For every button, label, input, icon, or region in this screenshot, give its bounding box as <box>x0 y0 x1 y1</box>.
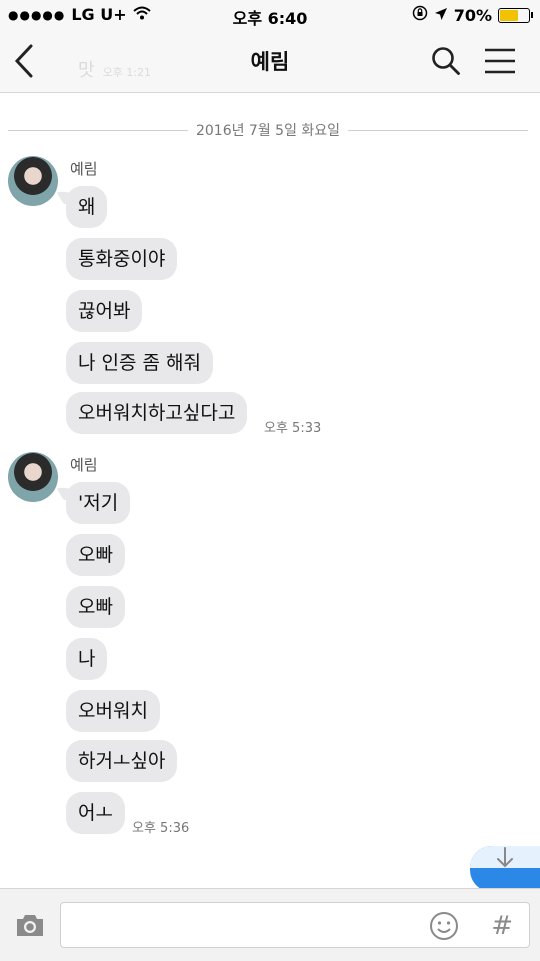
search-button[interactable] <box>426 41 466 81</box>
avatar[interactable] <box>8 156 58 206</box>
arrow-down-icon <box>497 847 513 868</box>
emoticon-button[interactable] <box>429 911 459 945</box>
message-bubble[interactable]: '저기 <box>66 482 131 524</box>
hamburger-menu-icon <box>485 48 515 74</box>
divider-line <box>348 129 529 131</box>
scroll-to-bottom-button[interactable] <box>470 846 540 892</box>
camera-button[interactable] <box>10 905 50 945</box>
chat-header: 맛 오후 1:21 예림 <box>0 30 540 93</box>
message-time: 오후 5:33 <box>264 421 322 436</box>
message-input[interactable] <box>61 903 431 947</box>
date-divider: 2016년 7월 5일 화요일 <box>8 120 529 140</box>
message-bubble[interactable]: 통화중이야 <box>66 238 178 280</box>
search-icon <box>432 47 460 75</box>
status-right: 70% <box>412 5 533 25</box>
location-arrow-icon <box>434 6 448 25</box>
message-bubble[interactable]: 끊어봐 <box>66 290 143 332</box>
message-bubble[interactable]: 어ㅗ <box>66 792 125 834</box>
status-bar: ●●●●● LG U+ 오후 6:40 70% <box>0 0 540 30</box>
divider-line <box>8 129 188 131</box>
smiley-icon <box>430 912 458 940</box>
composer-bar: # <box>0 888 540 961</box>
message-bubble[interactable]: 나 인증 좀 해줘 <box>66 342 213 384</box>
message-input-box[interactable]: # <box>60 902 530 948</box>
menu-button[interactable] <box>480 41 520 81</box>
message-bubble[interactable]: 왜 <box>66 186 108 228</box>
message-bubble[interactable]: 오버워치 <box>66 690 160 732</box>
date-label: 2016년 7월 5일 화요일 <box>195 123 341 139</box>
message-time: 오후 5:36 <box>132 821 190 836</box>
message-bubble[interactable]: 오빠 <box>66 534 125 576</box>
message-bubble[interactable]: 하거ㅗ싶아 <box>66 740 178 782</box>
message-bubble[interactable]: 나 <box>66 638 108 680</box>
message-bubble[interactable]: 오버워치하고싶다고 <box>66 392 248 434</box>
camera-icon <box>17 915 43 936</box>
avatar[interactable] <box>8 452 58 502</box>
battery-percent: 70% <box>453 5 492 25</box>
message-bubble[interactable]: 오빠 <box>66 586 125 628</box>
hashtag-button[interactable]: # <box>491 911 513 941</box>
rotation-lock-icon <box>412 5 428 25</box>
sender-name: 예림 <box>70 456 98 474</box>
sender-name: 예림 <box>70 160 98 178</box>
battery-icon <box>498 7 533 23</box>
